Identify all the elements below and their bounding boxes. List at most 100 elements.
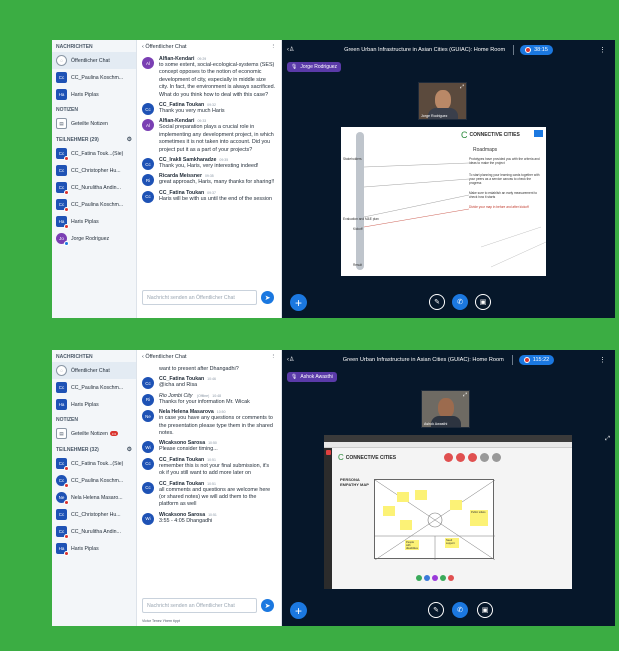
more-options-icon[interactable]: ⋮ xyxy=(599,46,606,54)
send-icon: ➤ xyxy=(264,294,271,302)
participant-item[interactable]: Cc CC_Christopher Hu... xyxy=(52,506,136,523)
chat-message: Cc CC_Irakli Samkharadze 09:35 Thank you, … xyxy=(142,157,276,171)
avatar: Al xyxy=(142,57,154,69)
mic-off-icon: ✎ xyxy=(434,299,440,306)
more-options-icon[interactable]: ⋮ xyxy=(599,356,606,364)
participant-item[interactable]: Ha Haris Piplas xyxy=(52,213,136,230)
participant-item[interactable]: Ne Nela Helena Masaro... xyxy=(52,489,136,506)
sticky-note[interactable]: Need support xyxy=(445,538,459,548)
participant-item[interactable]: Cc CC_Nurulitha Andin... xyxy=(52,523,136,540)
leave-audio-button[interactable]: ✆ xyxy=(452,294,468,310)
fullscreen-icon[interactable]: ⤢ xyxy=(460,84,464,90)
chat-message: Cc CC_Fatina Toukan 09:37 Haris will be wi… xyxy=(142,190,276,203)
talking-indicator: 🎙 Ashok Awasthi xyxy=(287,372,337,382)
avatar: Ri xyxy=(142,174,154,187)
sidebar-item-shared-notes[interactable]: ▤ Geteilte Notizen xyxy=(52,115,136,132)
chat-message: Ne Nela Helena Masarova 10:50 in case you … xyxy=(142,409,276,437)
chat-message: Wi Wicaksono Sarosa 10:51 3:55 - 4:05 Dhan… xyxy=(142,512,276,525)
chat-message: Cc CC_Fatina Toukan 10:51 remember this is… xyxy=(142,457,276,478)
video-icon: ▣ xyxy=(479,299,487,306)
avatar: Ne xyxy=(142,410,154,423)
sticky-note[interactable] xyxy=(383,506,395,516)
chat-header: ‹ Öffentlicher Chat ⋮ xyxy=(137,350,281,364)
participant-item[interactable]: Jo Jorge Rodriguez xyxy=(52,230,136,247)
participants-header: TEILNEHMER (32) ⚙ xyxy=(56,446,132,454)
participant-item[interactable]: Cc CC_Fatina Touk...(Sie) xyxy=(52,455,136,472)
participant-item[interactable]: Cc CC_Nurulitha Andin... xyxy=(52,179,136,196)
avatar: Cc xyxy=(56,182,69,195)
sticky-note[interactable] xyxy=(397,492,409,502)
sidebar-item-private-chat[interactable]: Ha Haris Piplas xyxy=(52,396,136,413)
participant-item[interactable]: Ha Haris Piplas xyxy=(52,540,136,557)
chat-message: Cc CC_Fatina Toukan 09:32 Thank you very m… xyxy=(142,102,276,116)
sidebar-item-private-chat[interactable]: Ha Haris Piplas xyxy=(52,86,136,103)
screenshot-2: NACHRICHTEN ◌ Öffentlicher Chat Cc CC_Pa… xyxy=(52,350,615,626)
back-button[interactable]: ‹ Öffentlicher Chat xyxy=(142,44,187,50)
mic-icon: 🎙 xyxy=(291,374,298,380)
send-button[interactable]: ➤ xyxy=(261,291,274,304)
chat-message: Cc CC_Fatina Toukan 10:46 @icha and Risa xyxy=(142,376,276,390)
presentation-area: ‹♙ Green Urban Infrastructure in Asian C… xyxy=(282,40,615,318)
participant-item[interactable]: Cc CC_Fatina Touk...(Sie) xyxy=(52,145,136,162)
gear-icon[interactable]: ⚙ xyxy=(127,136,132,143)
share-webcam-button[interactable]: ▣ xyxy=(477,602,493,618)
avatar: Wi xyxy=(142,512,154,525)
webcam-video[interactable]: Jorge Rodriguez ⤢ xyxy=(418,82,467,120)
avatar: Jo xyxy=(56,233,69,246)
sidebar-item-public-chat[interactable]: ◌ Öffentlicher Chat xyxy=(52,362,136,379)
color-dots xyxy=(444,453,501,462)
send-button[interactable]: ➤ xyxy=(261,599,274,612)
recording-indicator[interactable]: 115:22 xyxy=(511,355,555,365)
screenshare-view[interactable]: CCONNECTIVE CITIES PERSONA EMPATHY MAP xyxy=(324,435,572,589)
mute-button[interactable]: ✎ xyxy=(428,602,444,618)
more-options-icon[interactable]: ⋮ xyxy=(271,44,277,50)
chat-message-fragment: want to present after Dhangadhi? xyxy=(159,366,239,372)
empathy-map-grid: Public toilets Need support People with … xyxy=(374,479,495,560)
sticky-note[interactable] xyxy=(450,500,462,510)
sidebar-item-shared-notes[interactable]: ▤ Geteilte Notizen ••• xyxy=(52,425,136,442)
avatar: Al xyxy=(142,119,154,132)
mute-button[interactable]: ✎ xyxy=(429,294,445,310)
presentation-slide[interactable]: Stakeholders Kickoff Evaluation and M&E … xyxy=(341,127,546,276)
sticky-note[interactable] xyxy=(415,490,427,500)
notes-header: NOTIZEN xyxy=(56,107,78,113)
actions-button[interactable]: + xyxy=(290,602,307,619)
chat-message: Al Alfian-Kendari 09:29 to some extent, so… xyxy=(142,56,276,99)
notes-icon: ▤ xyxy=(56,118,67,129)
participant-item[interactable]: Cc CC_Paulina Koschm... xyxy=(52,196,136,213)
avatar: Cc xyxy=(56,199,69,212)
chat-bubble-icon: ◌ xyxy=(56,55,67,66)
sidebar-item-private-chat[interactable]: Cc CC_Paulina Koschm... xyxy=(52,379,136,396)
share-webcam-button[interactable]: ▣ xyxy=(475,294,491,310)
gear-icon[interactable]: ⚙ xyxy=(127,446,132,453)
sidebar-item-public-chat[interactable]: ◌ Öffentlicher Chat xyxy=(52,52,136,69)
avatar: Cc xyxy=(56,72,67,83)
sidebar-item-private-chat[interactable]: Cc CC_Paulina Koschm... xyxy=(52,69,136,86)
message-list[interactable]: want to present after Dhangadhi? Cc CC_F… xyxy=(137,366,281,590)
sticky-note[interactable]: People with disabilities xyxy=(405,540,419,550)
fullscreen-icon[interactable]: ⤢ xyxy=(463,392,467,398)
sidebar: NACHRICHTEN ◌ Öffentlicher Chat Cc CC_Pa… xyxy=(52,350,137,626)
chat-bubble-icon: ◌ xyxy=(56,365,67,376)
leave-audio-button[interactable]: ✆ xyxy=(452,602,468,618)
send-icon: ➤ xyxy=(264,602,271,610)
participants-header: TEILNEHMER (29) ⚙ xyxy=(56,136,132,144)
recording-indicator[interactable]: 38:15 xyxy=(513,45,553,55)
video-icon: ▣ xyxy=(481,607,489,614)
meeting-title: Green Urban Infrastructure in Asian Citi… xyxy=(342,357,504,363)
webcam-person xyxy=(438,398,454,418)
chat-input[interactable]: Nachricht senden an Öffentlicher Chat xyxy=(142,598,257,613)
more-options-icon[interactable]: ⋮ xyxy=(271,354,277,360)
actions-button[interactable]: + xyxy=(290,294,307,311)
message-list[interactable]: Al Alfian-Kendari 09:29 to some extent, so… xyxy=(137,56,281,282)
sticky-note[interactable] xyxy=(400,520,412,530)
participant-item[interactable]: Cc CC_Christopher Hu... xyxy=(52,162,136,179)
fullscreen-icon[interactable]: ⤢ xyxy=(605,436,610,443)
record-icon xyxy=(525,47,532,53)
record-icon xyxy=(523,357,530,363)
back-button[interactable]: ‹ Öffentlicher Chat xyxy=(142,354,187,360)
sticky-note[interactable]: Public toilets xyxy=(470,510,488,526)
webcam-video[interactable]: Ashok Awasthi ⤢ xyxy=(421,390,470,428)
chat-input[interactable]: Nachricht senden an Öffentlicher Chat xyxy=(142,290,257,305)
participant-item[interactable]: Cc CC_Paulina Koschm... xyxy=(52,472,136,489)
